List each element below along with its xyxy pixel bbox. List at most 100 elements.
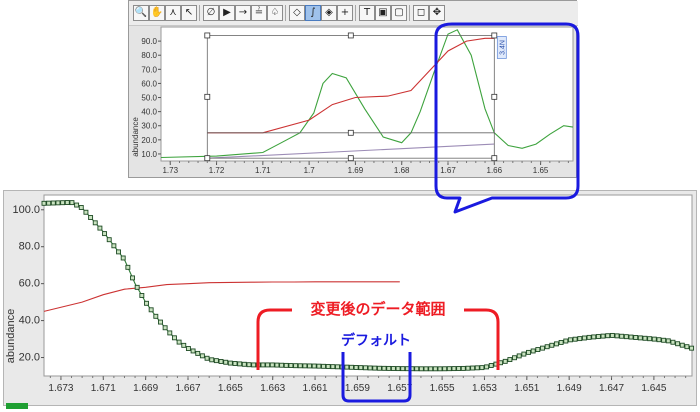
resize-handle[interactable] (347, 155, 354, 162)
data-point-marker (316, 363, 322, 369)
zoom-icon[interactable]: 🔍 (133, 5, 149, 21)
data-point-marker (465, 365, 471, 371)
y-tick-label: 50.0 (141, 94, 157, 103)
arrow-right-icon[interactable]: → (235, 5, 251, 21)
resize-handle[interactable] (204, 155, 211, 162)
plot-area[interactable] (160, 26, 574, 162)
data-point-marker (171, 335, 177, 341)
data-point-marker (297, 363, 303, 369)
data-point-marker (237, 361, 243, 367)
data-point-marker (404, 366, 410, 372)
bottom-spectrum-plot[interactable]: 20.0 40.0 60.0 80.0 100.0 1.673 1.671 1.669 1.66… (4, 191, 696, 405)
data-point-marker (41, 200, 47, 206)
data-point-marker (544, 344, 550, 350)
data-point-marker (195, 350, 201, 356)
data-point-marker (302, 363, 308, 369)
status-indicator (6, 403, 28, 409)
crosshair-icon[interactable]: + (337, 5, 353, 21)
data-point-marker (325, 364, 331, 369)
toolbar-separator (355, 5, 356, 21)
data-point-marker (344, 364, 350, 370)
data-point-marker (55, 200, 61, 206)
peak-pick-icon[interactable]: ⋏ (165, 5, 181, 21)
resize-handle[interactable] (347, 129, 354, 136)
text-tool-icon[interactable]: T (359, 5, 375, 21)
y-tick-label: 60.0 (19, 278, 40, 290)
move-icon[interactable]: ✥ (429, 5, 445, 21)
x-tick-label: 1.671 (91, 383, 116, 394)
data-point-marker (502, 358, 508, 364)
integral-icon[interactable]: ∫ (305, 5, 321, 21)
data-point-marker (130, 275, 135, 281)
data-point-marker (456, 366, 462, 371)
data-point-marker (656, 337, 662, 343)
data-point-marker (232, 361, 238, 366)
data-point-marker (167, 330, 173, 336)
data-point-marker (586, 334, 592, 340)
data-point-marker (540, 345, 545, 351)
x-tick-label: 1.69 (348, 166, 364, 175)
baseline-icon[interactable]: ≟ (251, 5, 267, 21)
x-tick-label: 1.67 (440, 166, 456, 175)
frame-icon[interactable]: ◻ (413, 5, 429, 21)
data-point-marker (614, 333, 620, 339)
resize-handle[interactable] (491, 32, 498, 39)
data-point-marker (376, 365, 382, 371)
cursor-select-icon[interactable]: ↖ (181, 5, 197, 21)
toolbar: 🔍 ✋ ⋏ ↖ ∅ ▶ → ≟ ♤ ◇ ∫ ◈ + T ▣ ▢ ◻ ✥ (129, 1, 578, 26)
pan-hand-icon[interactable]: ✋ (149, 5, 165, 21)
data-point-marker (521, 351, 527, 357)
data-point-marker (661, 337, 667, 343)
y-tick-label: 40.0 (19, 315, 40, 327)
data-point-marker (74, 202, 80, 208)
resize-handle[interactable] (347, 32, 354, 39)
square-box-icon[interactable]: ▢ (391, 5, 407, 21)
toolbar-separator (199, 5, 200, 21)
x-tick-label: 1.667 (175, 383, 200, 394)
data-point-marker (199, 353, 205, 359)
data-point-marker (647, 336, 653, 342)
data-point-marker (428, 366, 434, 372)
data-point-marker (572, 336, 578, 342)
resize-handle[interactable] (491, 93, 498, 100)
play-arrow-icon[interactable]: ▶ (219, 5, 235, 21)
image-box-icon[interactable]: ▣ (375, 5, 391, 21)
diamond-icon[interactable]: ◇ (289, 5, 305, 21)
data-point-marker (567, 337, 573, 343)
data-point-marker (363, 365, 368, 371)
x-tick-label: 1.661 (303, 383, 328, 394)
data-point-marker (60, 200, 66, 206)
tree-icon[interactable]: ♤ (267, 5, 283, 21)
x-tick-label: 1.66 (487, 166, 503, 175)
x-tick-label: 1.645 (641, 383, 666, 394)
data-point-marker (381, 365, 387, 371)
resize-handle[interactable] (491, 155, 498, 162)
x-tick-label: 1.655 (430, 383, 455, 394)
plot-area[interactable] (43, 194, 693, 377)
data-point-marker (255, 362, 261, 368)
data-point-marker (69, 200, 75, 206)
data-point-marker (423, 366, 429, 372)
data-point-marker (390, 366, 396, 371)
data-point-marker (335, 364, 340, 370)
y-tick-label: 20.0 (141, 136, 157, 145)
resize-handle[interactable] (204, 93, 211, 100)
data-point-marker (460, 365, 466, 371)
resize-handle[interactable] (204, 32, 211, 39)
data-point-marker (92, 220, 98, 226)
x-tick-label: 1.71 (255, 166, 271, 175)
y-tick-label: 40.0 (141, 108, 157, 117)
data-point-marker (106, 237, 112, 243)
top-spectrum-plot[interactable]: 10.020.030.040.050.060.070.080.090.01.73… (129, 25, 576, 177)
data-point-marker (684, 344, 690, 350)
slash-icon[interactable]: ∅ (203, 5, 219, 21)
y-tick-label: 90.0 (141, 37, 157, 46)
x-tick-label: 1.647 (599, 383, 624, 394)
data-point-marker (311, 363, 317, 369)
x-tick-label: 1.669 (133, 383, 158, 394)
data-point-marker (78, 205, 84, 210)
eraser-icon[interactable]: ◈ (321, 5, 337, 21)
data-point-marker (414, 366, 420, 372)
data-point-marker (507, 357, 513, 363)
data-point-marker (432, 366, 438, 372)
